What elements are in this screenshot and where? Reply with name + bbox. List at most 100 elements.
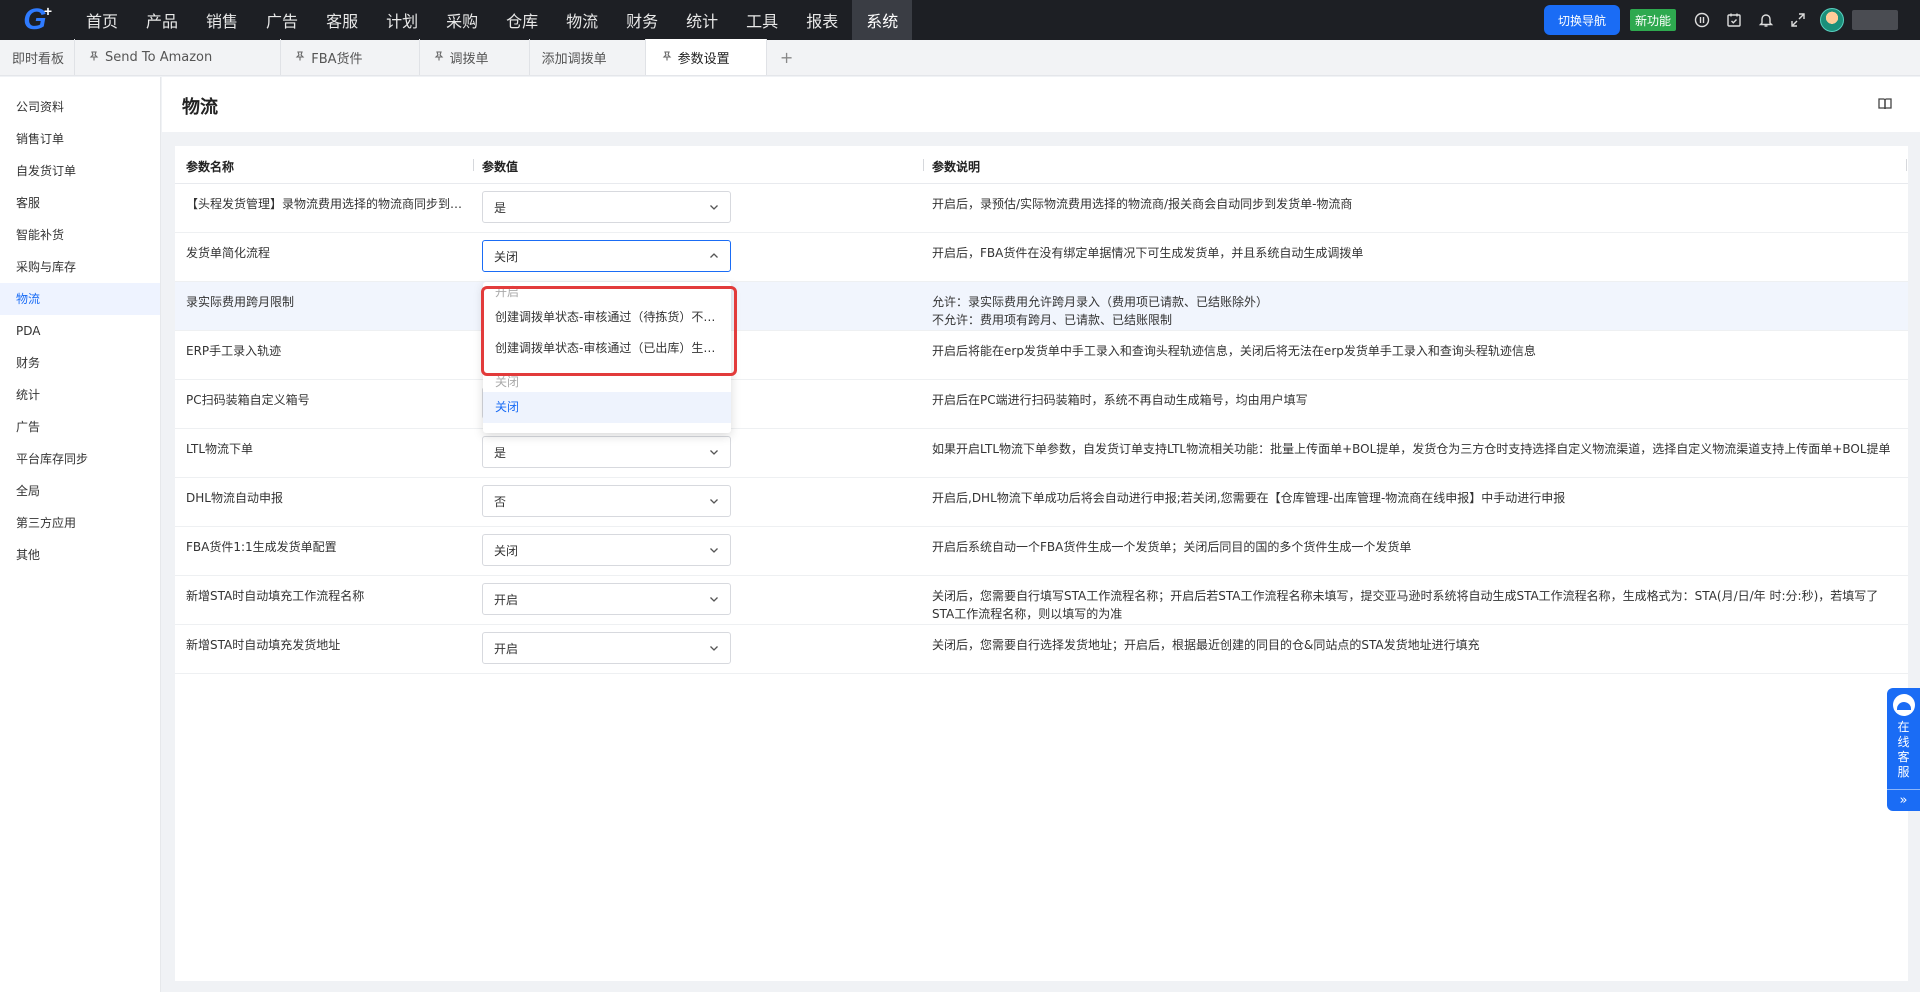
headset-icon	[1892, 694, 1915, 716]
select-value: 是	[494, 445, 507, 460]
nav-item[interactable]: 产品	[132, 0, 192, 40]
select-value: 是	[494, 200, 507, 215]
sidebar-item[interactable]: 其他	[0, 539, 160, 571]
nav-item[interactable]: 统计	[672, 0, 732, 40]
online-service-widget[interactable]: 在线客服 »	[1887, 688, 1920, 811]
tab-label: Send To Amazon	[105, 49, 213, 65]
nav-item[interactable]: 物流	[552, 0, 612, 40]
collapse-arrow-icon[interactable]: »	[1887, 789, 1920, 811]
param-name: FBA货件1:1生成发货单配置	[186, 540, 337, 554]
nav-item[interactable]: 广告	[252, 0, 312, 40]
header-param-desc: 参数说明	[932, 160, 981, 174]
param-value-select[interactable]: 是	[482, 191, 731, 223]
table-row: 【头程发货管理】录物流费用选择的物流商同步到发货单 是 开启后，录预估/实际物流费用…	[175, 184, 1908, 233]
params-table: 参数名称 参数值 参数说明 【头程发货管理】录物流费用选择的物流商同步到发货单是…	[175, 146, 1908, 981]
tab-label: 调拨单	[449, 51, 489, 67]
add-tab-button[interactable]: +	[767, 39, 807, 75]
nav-item[interactable]: 首页	[72, 0, 132, 40]
top-navigation: G+ 首页 产品 销售 广告 客服 计划 采购 仓库 物流 财务 统计 工具 报表 系统 切换导航 新功能	[0, 0, 1920, 40]
user-name-redacted[interactable]	[1852, 10, 1898, 30]
sidebar-item[interactable]: 采购与库存	[0, 251, 160, 283]
table-row: DHL物流自动申报 否 开启后,DHL物流下单成功后将会自动进行申报;若关闭,您需要…	[175, 478, 1908, 527]
page-tab[interactable]: FBA货件	[281, 39, 420, 75]
nav-item[interactable]: 报表	[792, 0, 852, 40]
nav-item[interactable]: 计划	[372, 0, 432, 40]
sidebar-item[interactable]: 客服	[0, 187, 160, 219]
sidebar-item[interactable]: 平台库存同步	[0, 443, 160, 475]
nav-item[interactable]: 仓库	[492, 0, 552, 40]
table-row: 发货单简化流程 关闭 开启后，FBA货件在没有绑定单据情况下可生成发货单，并且系统自…	[175, 233, 1908, 282]
param-desc: 允许：录实际费用允许跨月录入（费用项已请款、已结账除外） 不允许：费用项有跨月、…	[932, 295, 1269, 327]
pin-icon	[434, 50, 444, 64]
param-value-select[interactable]: 关闭	[482, 240, 731, 272]
sidebar-item[interactable]: 第三方应用	[0, 507, 160, 539]
info-circle-icon[interactable]	[1686, 4, 1718, 36]
tab-label: 添加调拨单	[541, 51, 607, 67]
nav-item[interactable]: 财务	[612, 0, 672, 40]
dropdown-option[interactable]: 创建调拨单状态-审核通过（待拣货）不生成发货单	[483, 302, 731, 333]
param-value-select[interactable]: 关闭	[482, 534, 731, 566]
nav-item[interactable]: 客服	[312, 0, 372, 40]
sidebar-item[interactable]: 物流	[0, 283, 160, 315]
page-tab[interactable]: 添加调拨单	[530, 39, 646, 75]
table-body: 【头程发货管理】录物流费用选择的物流商同步到发货单是开启后，录预估/实际物流费用…	[175, 184, 1908, 674]
sidebar-item[interactable]: 智能补货	[0, 219, 160, 251]
dropdown-option-selected[interactable]: 关闭	[483, 392, 731, 423]
nav-item[interactable]: 采购	[432, 0, 492, 40]
param-value-select[interactable]: 开启	[482, 583, 731, 615]
param-desc: 如果开启LTL物流下单参数，自发货订单支持LTL物流相关功能：批量上传面单+BO…	[932, 442, 1891, 456]
param-name: DHL物流自动申报	[186, 491, 283, 505]
fullscreen-icon[interactable]	[1782, 4, 1814, 36]
bell-icon[interactable]	[1750, 4, 1782, 36]
param-value-select[interactable]: 开启	[482, 632, 731, 664]
table-row: ERP手工录入轨迹 开启后将能在erp发货单中手工录入和查询头程轨迹信息，关闭后将…	[175, 331, 1908, 380]
calendar-check-icon[interactable]	[1718, 4, 1750, 36]
sidebar-item[interactable]: 统计	[0, 379, 160, 411]
param-value-select[interactable]: 是	[482, 436, 731, 468]
sidebar-item[interactable]: PDA	[0, 315, 160, 347]
param-desc: 关闭后，您需要自行填写STA工作流程名称；开启后若STA工作流程名称未填写，提交…	[932, 589, 1879, 621]
param-value-select[interactable]: 否	[482, 485, 731, 517]
pin-icon	[295, 50, 305, 64]
select-value: 关闭	[494, 543, 519, 558]
tab-label: FBA货件	[311, 51, 363, 67]
param-name: 新增STA时自动填充工作流程名称	[186, 589, 365, 603]
param-name: 新增STA时自动填充发货地址	[186, 638, 341, 652]
table-row: 新增STA时自动填充工作流程名称 开启 关闭后，您需要自行填写STA工作流程名称；开…	[175, 576, 1908, 625]
column-divider[interactable]	[1906, 159, 1907, 171]
table-header: 参数名称 参数值 参数说明	[175, 146, 1908, 184]
header-param-value: 参数值	[482, 160, 519, 174]
main-menu: 首页 产品 销售 广告 客服 计划 采购 仓库 物流 财务 统计 工具 报表 系统	[72, 0, 913, 40]
param-name: 发货单简化流程	[186, 246, 271, 260]
settings-sidebar: 公司资料 销售订单 自发货订单 客服 智能补货 采购与库存 物流 PDA 财务 统计 广告 平台库存同…	[0, 77, 161, 992]
column-divider[interactable]	[923, 159, 924, 171]
page-tab[interactable]: 即时看板	[0, 39, 76, 75]
param-desc: 关闭后，您需要自行选择发货地址；开启后，根据最近创建的同目的仓&同站点的STA发…	[932, 638, 1480, 652]
param-desc: 开启后在PC端进行扫码装箱时，系统不再自动生成箱号，均由用户填写	[932, 393, 1308, 407]
sidebar-item[interactable]: 广告	[0, 411, 160, 443]
page-tab[interactable]: Send To Amazon	[75, 39, 282, 75]
book-icon[interactable]	[1878, 97, 1892, 111]
table-row: PC扫码装箱自定义箱号 开启后在PC端进行扫码装箱时，系统不再自动生成箱号，均由用…	[175, 380, 1908, 429]
nav-item[interactable]: 工具	[732, 0, 792, 40]
column-divider[interactable]	[473, 159, 474, 171]
nav-item[interactable]: 系统	[852, 0, 913, 40]
online-service-label: 在线客服	[1897, 720, 1910, 779]
param-desc: 开启后，录预估/实际物流费用选择的物流商/报关商会自动同步到发货单-物流商	[932, 197, 1353, 211]
new-feature-badge[interactable]: 新功能	[1629, 9, 1676, 31]
nav-item[interactable]: 销售	[192, 0, 252, 40]
user-avatar[interactable]	[1820, 8, 1844, 32]
dropdown-option[interactable]: 创建调拨单状态-审核通过（已出库）生成发货单	[483, 333, 731, 364]
sidebar-item[interactable]: 销售订单	[0, 123, 160, 155]
tab-label: 参数设置	[677, 51, 730, 67]
switch-nav-button[interactable]: 切换导航	[1543, 5, 1620, 35]
page-title: 物流	[182, 97, 218, 118]
page-tab[interactable]: 参数设置	[645, 39, 767, 75]
sidebar-item[interactable]: 全局	[0, 475, 160, 507]
sidebar-item[interactable]: 财务	[0, 347, 160, 379]
app-logo[interactable]: G+	[0, 0, 72, 40]
param-name: LTL物流下单	[186, 442, 254, 456]
sidebar-item[interactable]: 公司资料	[0, 91, 160, 123]
sidebar-item[interactable]: 自发货订单	[0, 155, 160, 187]
page-tab[interactable]: 调拨单	[420, 39, 530, 75]
